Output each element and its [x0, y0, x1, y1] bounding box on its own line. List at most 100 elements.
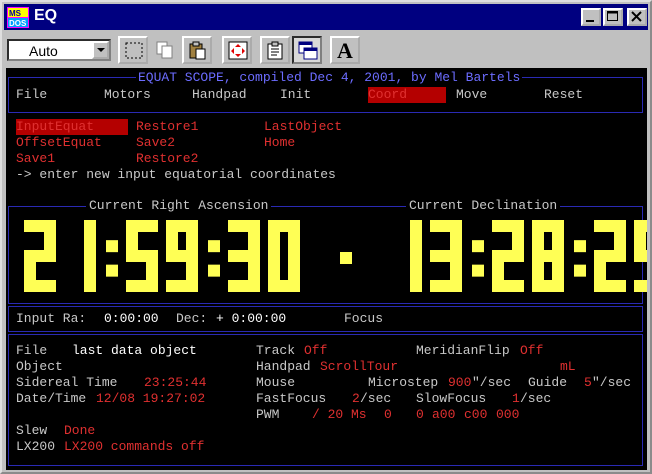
- fastfocus-value: 2: [352, 391, 360, 406]
- font-size-value: Auto: [29, 43, 58, 59]
- guide-label: Guide: [528, 375, 568, 390]
- digit-2: [594, 220, 626, 292]
- meridian-label: MeridianFlip: [416, 343, 510, 358]
- digit-5: [126, 220, 158, 292]
- mark-icon: [125, 42, 143, 59]
- submenu-restore1[interactable]: Restore1: [136, 119, 198, 135]
- object-label: Object: [16, 359, 63, 374]
- slowfocus-label: SlowFocus: [416, 391, 487, 406]
- background-icon: [298, 41, 318, 60]
- microstep-unit: "/sec: [472, 375, 512, 390]
- copy-icon: [156, 41, 173, 59]
- close-icon: [631, 11, 642, 22]
- submenu-home[interactable]: Home: [264, 135, 295, 151]
- input-ra-value[interactable]: 0:00:00: [104, 311, 159, 327]
- paste-button[interactable]: [182, 36, 212, 64]
- toolbar: Auto A: [4, 32, 648, 70]
- colon: [208, 240, 220, 277]
- menu-init[interactable]: Init: [280, 87, 311, 103]
- dropdown-arrow[interactable]: [92, 41, 109, 59]
- digit-3: [228, 220, 260, 292]
- menu-move[interactable]: Move: [456, 87, 487, 103]
- submenu-lastobject[interactable]: LastObject: [264, 119, 342, 135]
- digit-8: [532, 220, 564, 292]
- title-bar[interactable]: MS DOS EQ: [4, 4, 648, 30]
- datetime-label: Date/Time: [16, 391, 87, 406]
- submenu-save2[interactable]: Save2: [136, 135, 175, 151]
- digit-2: [492, 220, 524, 292]
- ra-readout: [24, 220, 300, 292]
- colon: [574, 240, 586, 277]
- menu-file[interactable]: File: [16, 87, 47, 103]
- mark-button[interactable]: [118, 36, 148, 64]
- copy-button[interactable]: [150, 36, 180, 64]
- focus-label: Focus: [344, 311, 384, 326]
- program-title: EQUAT SCOPE, compiled Dec 4, 2001, by Me…: [136, 70, 523, 86]
- maximize-button[interactable]: [603, 8, 623, 26]
- pwm-v3: a00: [432, 407, 456, 422]
- pwm-v5: 000: [496, 407, 520, 422]
- separator-dot: [340, 252, 352, 264]
- digit-2: [24, 220, 56, 292]
- input-dec-label: Dec:: [176, 311, 208, 326]
- msdos-icon: MS DOS: [7, 7, 29, 28]
- guide-unit: "/sec: [592, 375, 632, 390]
- handpad-value: ScrollTour: [320, 359, 399, 374]
- sidereal-label: Sidereal Time: [16, 375, 118, 390]
- maximize-icon: [607, 11, 618, 21]
- pwm-v2: 0: [416, 407, 424, 422]
- handpad-label: Handpad: [256, 359, 311, 374]
- menu-reset[interactable]: Reset: [544, 87, 583, 103]
- paste-icon: [189, 41, 206, 60]
- hint-text: -> enter new input equatorial coordinate…: [16, 167, 336, 182]
- lx200-value: LX200 commands off: [64, 439, 205, 454]
- coordinate-readout: [24, 220, 647, 292]
- font-size-select[interactable]: Auto: [7, 39, 111, 61]
- submenu-offsetequat[interactable]: OffsetEquat: [16, 135, 102, 151]
- slew-label: Slew: [16, 423, 48, 438]
- fullscreen-button[interactable]: [222, 36, 252, 64]
- slowfocus-unit: /sec: [520, 391, 552, 406]
- slew-value: Done: [64, 423, 96, 438]
- fullscreen-icon: [228, 41, 248, 60]
- submenu-inputequat[interactable]: InputEquat: [16, 119, 128, 135]
- pwm-v1: 0: [384, 407, 392, 422]
- app-window: MS DOS EQ Auto A EQUAT SCOPE, compiled D…: [0, 0, 652, 474]
- colon: [106, 240, 118, 277]
- minimize-button[interactable]: [581, 8, 601, 26]
- microstep-label: Microstep: [368, 375, 439, 390]
- pwm-value: / 20 Ms: [312, 407, 367, 422]
- track-label: Track: [256, 343, 296, 358]
- sidereal-value: 23:25:44: [144, 375, 207, 390]
- guide-value: 5: [584, 375, 592, 390]
- file-label: File: [16, 343, 48, 358]
- submenu-save1[interactable]: Save1: [16, 151, 55, 167]
- dec-readout: [410, 220, 647, 292]
- properties-button[interactable]: [260, 36, 290, 64]
- meridian-value: Off: [520, 343, 544, 358]
- digit-0: [268, 220, 300, 292]
- font-button[interactable]: A: [330, 36, 360, 64]
- close-button[interactable]: [627, 8, 647, 26]
- chevron-down-icon: [97, 48, 105, 52]
- datetime-value: 12/08 19:27:02: [96, 391, 206, 406]
- input-dec-value[interactable]: + 0:00:00: [216, 311, 286, 327]
- submenu-restore2[interactable]: Restore2: [136, 151, 198, 167]
- console-area[interactable]: EQUAT SCOPE, compiled Dec 4, 2001, by Me…: [6, 68, 647, 470]
- menu-handpad[interactable]: Handpad: [192, 87, 247, 103]
- background-button[interactable]: [292, 36, 322, 64]
- fastfocus-label: FastFocus: [256, 391, 327, 406]
- file-value: last data object: [72, 343, 197, 358]
- window-title: EQ: [34, 7, 58, 24]
- menu-coord[interactable]: Coord: [368, 87, 446, 103]
- track-value: Off: [304, 343, 328, 358]
- pwm-v4: c00: [464, 407, 488, 422]
- menu-motors[interactable]: Motors: [104, 87, 151, 103]
- svg-text:MS: MS: [9, 9, 22, 18]
- digit-3: [430, 220, 462, 292]
- lx200-label: LX200: [16, 439, 56, 454]
- microstep-value: 900: [448, 375, 472, 390]
- svg-text:DOS: DOS: [9, 19, 27, 28]
- digit-9: [634, 220, 647, 292]
- font-icon: A: [337, 38, 353, 63]
